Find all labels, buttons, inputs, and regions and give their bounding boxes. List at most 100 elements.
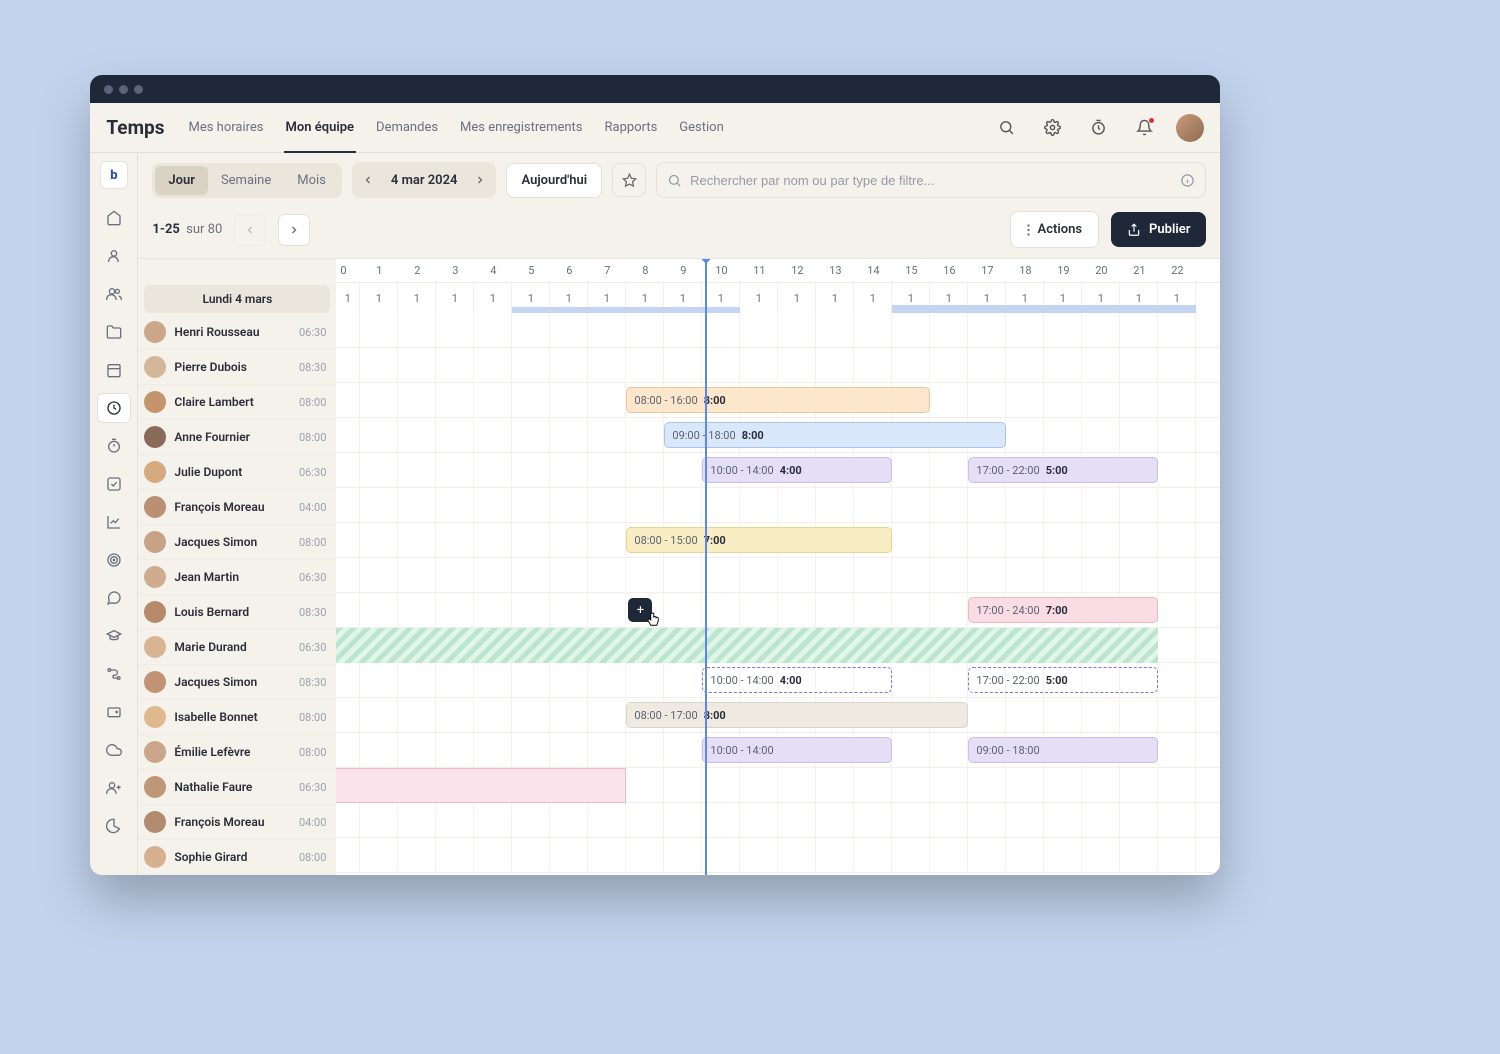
next-day-button[interactable] <box>467 165 493 195</box>
search-icon[interactable] <box>992 114 1020 142</box>
employee-name: Sophie Girard <box>174 850 291 864</box>
employee-hours: 08:00 <box>299 536 336 549</box>
schedule-row[interactable]: 10:00 - 14:004:00 17:00 - 22:005:00 <box>336 453 1220 488</box>
flow-icon[interactable] <box>97 659 131 689</box>
chat-icon[interactable] <box>97 583 131 613</box>
shift-block[interactable]: 17:00 - 22:005:00 <box>968 667 1158 693</box>
employee-name: Henri Rousseau <box>174 325 291 339</box>
hour-label: 13 <box>816 259 854 282</box>
home-icon[interactable] <box>97 203 131 233</box>
folder-icon[interactable] <box>97 317 131 347</box>
cap-icon[interactable] <box>97 621 131 651</box>
employee-name: Isabelle Bonnet <box>174 710 291 724</box>
avatar <box>144 496 166 518</box>
shift-block[interactable]: 09:00 - 18:00 <box>968 737 1158 763</box>
schedule-row[interactable]: 17:00 - 24:007:00+ <box>336 593 1220 628</box>
cloud-icon[interactable] <box>97 735 131 765</box>
schedule-row[interactable]: 08:00 - 16:008:00 <box>336 383 1220 418</box>
wallet-icon[interactable] <box>97 697 131 727</box>
shift-block[interactable]: 17:00 - 22:005:00 <box>968 457 1158 483</box>
schedule-row[interactable] <box>336 488 1220 523</box>
add-user-icon[interactable] <box>97 773 131 803</box>
employee-row: Jean Martin06:30 <box>138 560 336 595</box>
shift-block[interactable]: 08:00 - 17:008:00 <box>626 702 968 728</box>
nav-tab-demandes[interactable]: Demandes <box>374 103 440 153</box>
view-mode-semaine[interactable]: Semaine <box>208 166 284 195</box>
max-dot[interactable] <box>134 85 143 94</box>
search-field[interactable] <box>656 162 1206 198</box>
employee-name: Pierre Dubois <box>174 360 291 374</box>
actions-button[interactable]: Actions <box>1010 211 1100 248</box>
employee-row: Henri Rousseau06:30 <box>138 315 336 350</box>
shift-block[interactable]: 09:00 - 18:008:00 <box>664 422 1006 448</box>
bell-icon[interactable] <box>1130 114 1158 142</box>
schedule-row[interactable]: 10:00 - 14:00 09:00 - 18:00 <box>336 733 1220 768</box>
view-mode-mois[interactable]: Mois <box>284 166 339 195</box>
nav-tab-mon-équipe[interactable]: Mon équipe <box>284 103 357 153</box>
pie-icon[interactable] <box>97 811 131 841</box>
current-time-indicator <box>705 259 707 875</box>
employee-row: Claire Lambert08:00 <box>138 385 336 420</box>
user-icon[interactable] <box>97 241 131 271</box>
employee-row: Pierre Dubois08:30 <box>138 350 336 385</box>
schedule-row[interactable]: 08:00 - 17:008:00 <box>336 698 1220 733</box>
avatar <box>144 776 166 798</box>
schedule-row[interactable]: 10:00 - 14:004:00 17:00 - 22:005:00 <box>336 663 1220 698</box>
schedule-row[interactable] <box>336 348 1220 383</box>
avatar <box>144 811 166 833</box>
employee-hours: 08:00 <box>299 396 336 409</box>
shift-block[interactable]: 08:00 - 15:007:00 <box>626 527 892 553</box>
count-cell: 1 <box>778 283 816 313</box>
employee-row: Louis Bernard08:30 <box>138 595 336 630</box>
gear-icon[interactable] <box>1038 114 1066 142</box>
calendar-icon[interactable] <box>97 355 131 385</box>
shift-block[interactable]: 08:00 - 16:008:00 <box>626 387 930 413</box>
hour-label: 10 <box>702 259 740 282</box>
favorite-button[interactable] <box>612 163 646 197</box>
check-square-icon[interactable] <box>97 469 131 499</box>
shift-block[interactable] <box>336 628 1158 663</box>
employee-hours: 08:30 <box>299 606 336 619</box>
schedule-row[interactable] <box>336 838 1220 873</box>
employee-hours: 08:00 <box>299 746 336 759</box>
close-dot[interactable] <box>104 85 113 94</box>
schedule-row[interactable] <box>336 313 1220 348</box>
schedule-row[interactable] <box>336 628 1220 663</box>
nav-tab-gestion[interactable]: Gestion <box>677 103 725 153</box>
page-next-button[interactable] <box>278 214 310 246</box>
hour-label: 6 <box>550 259 588 282</box>
chart-icon[interactable] <box>97 507 131 537</box>
hour-label: 12 <box>778 259 816 282</box>
shift-block[interactable]: 10:00 - 14:004:00 <box>702 667 892 693</box>
target-icon[interactable] <box>97 545 131 575</box>
min-dot[interactable] <box>119 85 128 94</box>
count-cell: 1 <box>336 283 360 313</box>
info-icon[interactable] <box>1180 173 1195 188</box>
shift-block[interactable]: 10:00 - 14:00 <box>702 737 892 763</box>
timer-icon[interactable] <box>1084 114 1112 142</box>
schedule-row[interactable] <box>336 803 1220 838</box>
today-button[interactable]: Aujourd'hui <box>506 163 602 198</box>
nav-tab-rapports[interactable]: Rapports <box>603 103 660 153</box>
schedule-row[interactable] <box>336 768 1220 803</box>
clock-icon[interactable] <box>97 393 131 423</box>
view-mode-jour[interactable]: Jour <box>155 166 208 195</box>
pagination-bar: 1-25 sur 80 Actions Publier <box>138 207 1220 258</box>
users-icon[interactable] <box>97 279 131 309</box>
publish-button[interactable]: Publier <box>1111 212 1206 247</box>
schedule-row[interactable]: 09:00 - 18:008:00 <box>336 418 1220 453</box>
page-prev-button[interactable] <box>234 214 266 246</box>
search-input[interactable] <box>690 173 1172 188</box>
stopwatch-icon[interactable] <box>97 431 131 461</box>
nav-tab-mes-horaires[interactable]: Mes horaires <box>186 103 265 153</box>
hour-label: 8 <box>626 259 664 282</box>
prev-day-button[interactable] <box>355 165 381 195</box>
shift-block[interactable]: 10:00 - 14:004:00 <box>702 457 892 483</box>
schedule-row[interactable] <box>336 558 1220 593</box>
avatar[interactable] <box>1176 114 1204 142</box>
schedule-row[interactable]: 08:00 - 15:007:00 <box>336 523 1220 558</box>
shift-block[interactable] <box>336 768 626 803</box>
logo-icon[interactable]: b <box>100 161 128 189</box>
shift-block[interactable]: 17:00 - 24:007:00 <box>968 597 1158 623</box>
nav-tab-mes-enregistrements[interactable]: Mes enregistrements <box>458 103 584 153</box>
